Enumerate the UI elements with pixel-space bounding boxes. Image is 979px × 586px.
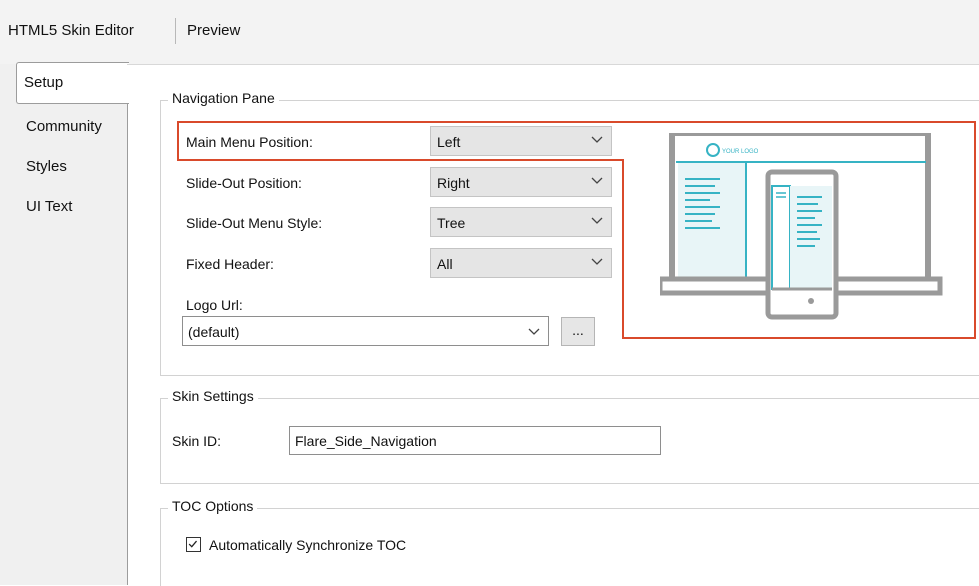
slide-out-position-label: Slide-Out Position: [186,175,302,191]
toc-options-title: TOC Options [168,498,258,514]
slide-out-menu-style-select[interactable]: Tree [430,207,612,237]
logo-url-browse-button[interactable]: ... [561,317,595,346]
tab-html5-skin-editor[interactable]: HTML5 Skin Editor [8,22,134,39]
slide-out-menu-style-label: Slide-Out Menu Style: [186,215,323,231]
highlight-row-bottom [177,157,624,161]
main-menu-position-select[interactable]: Left [430,126,612,156]
preview-logo-text: YOUR LOGO [722,149,759,155]
sidebar-item-ui-text[interactable]: UI Text [26,198,72,215]
logo-url-label: Logo Url: [186,297,243,313]
logo-url-value: (default) [188,324,240,340]
chevron-down-icon [528,328,540,335]
auto-sync-toc-label[interactable]: Automatically Synchronize TOC [209,537,406,553]
content-top-border [127,64,979,65]
navigation-pane-title: Navigation Pane [168,90,279,106]
slide-out-position-value: Right [437,175,470,191]
chevron-down-icon [591,217,603,224]
skin-id-label: Skin ID: [172,433,222,449]
sidebar: Setup Community Styles UI Text [0,62,129,585]
fixed-header-select[interactable]: All [430,248,612,278]
chevron-down-icon [591,136,603,143]
sidebar-item-styles[interactable]: Styles [26,158,67,175]
slide-out-menu-style-value: Tree [437,215,466,231]
chevron-down-icon [591,177,603,184]
sidebar-item-setup[interactable]: Setup [24,74,63,91]
main-menu-position-value: Left [437,134,461,150]
fixed-header-label: Fixed Header: [186,256,274,272]
tab-preview[interactable]: Preview [187,22,240,39]
main-menu-position-label: Main Menu Position: [186,134,313,150]
skin-id-input[interactable]: Flare_Side_Navigation [289,426,661,455]
chevron-down-icon [591,258,603,265]
skin-id-value: Flare_Side_Navigation [295,433,437,449]
layout-preview-illustration: YOUR LOGO [660,133,943,320]
editor-tab-bar: HTML5 Skin Editor Preview [0,0,979,64]
sidebar-item-community[interactable]: Community [26,118,102,135]
logo-url-combobox[interactable]: (default) [182,316,549,346]
tab-separator [175,18,176,44]
sidebar-border [127,64,128,585]
skin-settings-title: Skin Settings [168,388,258,404]
checkmark-icon [188,540,198,548]
auto-sync-toc-checkbox[interactable] [186,537,201,552]
slide-out-position-select[interactable]: Right [430,167,612,197]
fixed-header-value: All [437,256,453,272]
